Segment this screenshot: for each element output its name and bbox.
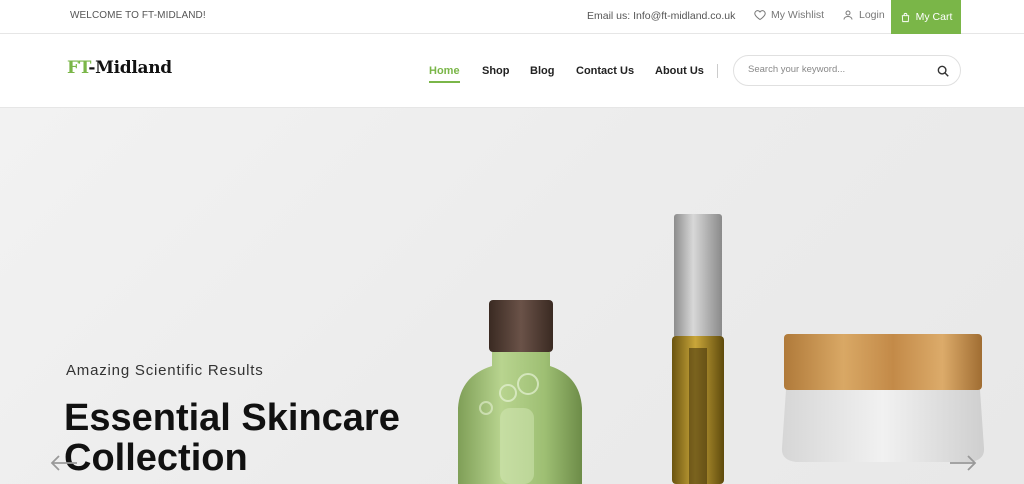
- logo-midland: -Midland: [88, 58, 172, 78]
- cart-label: My Cart: [915, 11, 953, 23]
- login-link[interactable]: Login: [842, 9, 885, 21]
- hero-title: Essential Skincare Collection: [64, 397, 400, 479]
- search-box: [733, 55, 961, 86]
- arrow-left-icon[interactable]: [49, 448, 79, 478]
- logo-ft: FT: [67, 58, 89, 78]
- nav-contact-us[interactable]: Contact Us: [576, 65, 634, 77]
- nav-divider: [717, 64, 718, 78]
- arrow-right-icon[interactable]: [948, 448, 978, 478]
- top-bar: WELCOME TO FT-MIDLAND! Email us: Info@ft…: [0, 0, 1024, 34]
- site-logo[interactable]: FT-Midland: [67, 58, 172, 78]
- wishlist-label: My Wishlist: [771, 9, 825, 21]
- nav-home[interactable]: Home: [429, 65, 460, 83]
- email-link[interactable]: Email us: Info@ft-midland.co.uk: [587, 10, 735, 22]
- search-icon[interactable]: [936, 64, 950, 78]
- login-label: Login: [859, 9, 885, 21]
- nav-about-us[interactable]: About Us: [655, 65, 704, 77]
- heart-icon: [754, 10, 766, 21]
- shopping-bag-icon: [901, 12, 909, 22]
- nav-blog[interactable]: Blog: [530, 65, 554, 77]
- hero-subtitle: Amazing Scientific Results: [66, 362, 264, 379]
- hero-banner: Amazing Scientific Results Essential Ski…: [0, 108, 1024, 484]
- user-icon: [843, 10, 853, 20]
- cart-button[interactable]: My Cart: [891, 0, 961, 34]
- nav-shop[interactable]: Shop: [482, 65, 510, 77]
- welcome-text: WELCOME TO FT-MIDLAND!: [70, 10, 206, 21]
- search-input[interactable]: [748, 64, 928, 75]
- wishlist-link[interactable]: My Wishlist: [754, 9, 824, 21]
